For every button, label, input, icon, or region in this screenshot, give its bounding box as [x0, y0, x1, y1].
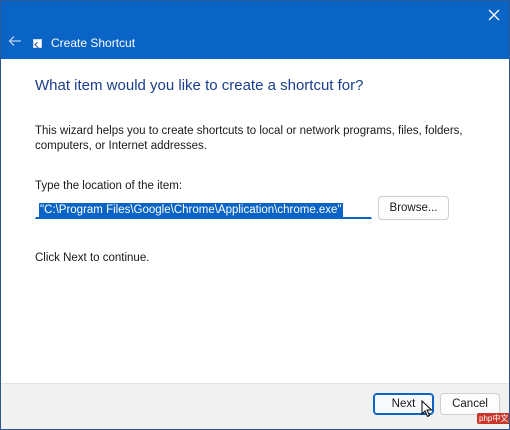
create-shortcut-dialog: Create Shortcut What item would you like…: [0, 0, 510, 430]
page-heading: What item would you like to create a sho…: [35, 77, 364, 94]
window-title: Create Shortcut: [51, 36, 136, 50]
shortcut-wizard-icon: [33, 39, 42, 48]
close-button[interactable]: [477, 1, 509, 29]
location-input[interactable]: "C:\Program Files\Google\Chrome\Applicat…: [35, 196, 372, 219]
browse-button[interactable]: Browse...: [378, 196, 449, 220]
cancel-button[interactable]: Cancel: [440, 393, 500, 415]
back-button[interactable]: [4, 31, 26, 51]
title-bar: Create Shortcut: [1, 1, 509, 59]
location-label: Type the location of the item:: [35, 180, 183, 192]
mouse-pointer-icon: [421, 400, 433, 418]
back-arrow-icon: [8, 36, 21, 46]
wizard-description: This wizard helps you to create shortcut…: [35, 125, 463, 152]
continue-hint: Click Next to continue.: [35, 252, 150, 264]
watermark-logo: php中文网: [477, 413, 509, 424]
close-icon: [488, 9, 500, 21]
location-input-value: "C:\Program Files\Google\Chrome\Applicat…: [39, 203, 343, 218]
